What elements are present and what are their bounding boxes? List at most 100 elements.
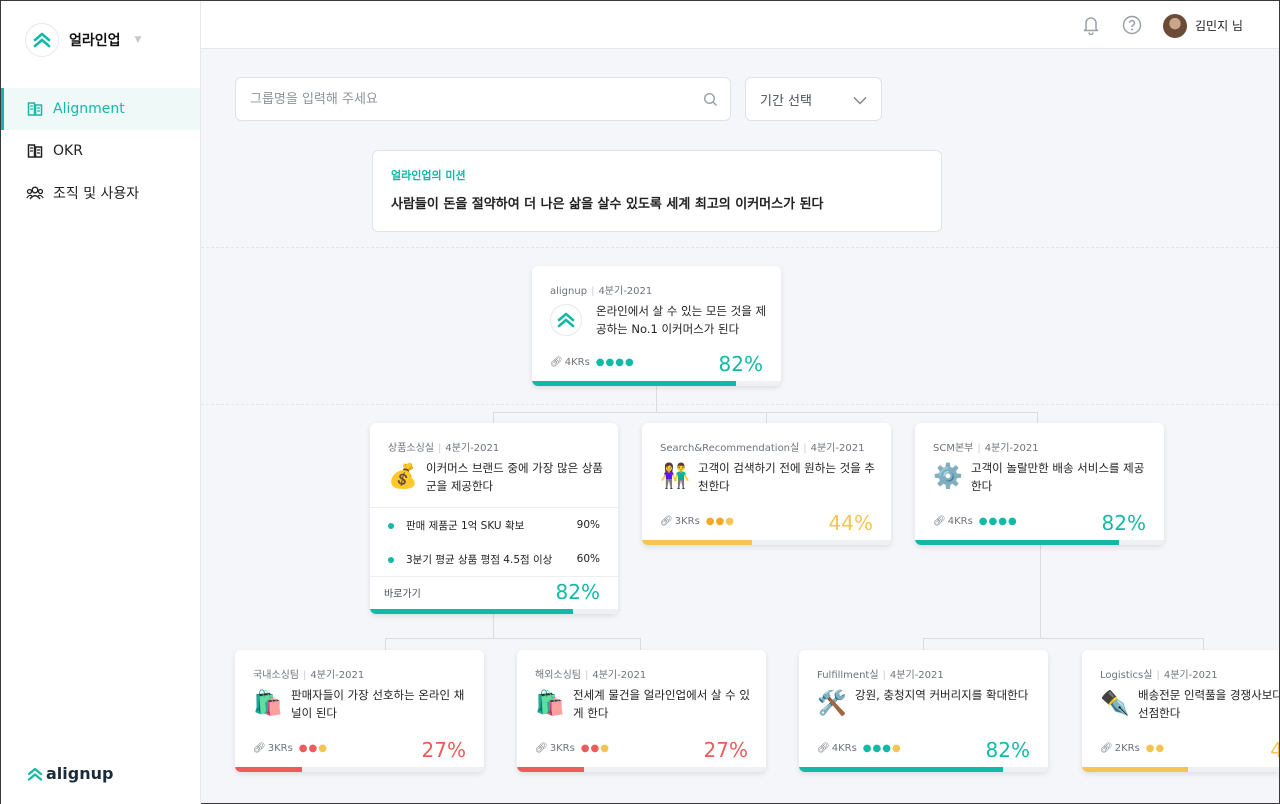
pen-icon: ✒️ bbox=[1100, 689, 1130, 717]
couple-icon: 👫 bbox=[660, 462, 690, 490]
alignup-logo-icon bbox=[550, 304, 582, 336]
tree-connector bbox=[923, 638, 924, 650]
card-title: 고객이 검색하기 전에 원하는 것을 추천한다 bbox=[698, 461, 875, 493]
card-percent: 82% bbox=[985, 738, 1030, 762]
progress-fill bbox=[532, 381, 737, 386]
topbar: 김민지 님 bbox=[201, 1, 1279, 49]
progress-track bbox=[1082, 767, 1279, 772]
progress-track bbox=[642, 540, 891, 545]
progress-track bbox=[517, 767, 766, 772]
progress-track bbox=[235, 767, 484, 772]
tree-connector bbox=[1203, 638, 1204, 650]
link-icon: 🔗︎ bbox=[535, 743, 548, 754]
kr-list: 판매 제품군 1억 SKU 확보 90% 3분기 평균 상품 평점 4.5점 이상… bbox=[370, 507, 618, 577]
okr-card-root[interactable]: alignup | 4분기-2021 온라인에서 살 수 있는 모든 것을 제공하는… bbox=[532, 266, 781, 386]
progress-track bbox=[799, 767, 1048, 772]
link-icon: 🔗︎ bbox=[253, 743, 266, 754]
alignment-icon bbox=[26, 100, 44, 118]
card-kr-count: 🔗︎ 4KRs ●●●● bbox=[933, 516, 1018, 527]
sidebar-nav: Alignment OKR 조직 및 사용자 bbox=[1, 88, 200, 214]
kr-dots: ●●●● bbox=[978, 516, 1018, 527]
progress-fill bbox=[370, 609, 574, 614]
sidebar-item-label: OKR bbox=[53, 143, 83, 159]
goto-link[interactable]: 바로가기 bbox=[384, 585, 421, 600]
progress-track bbox=[532, 381, 781, 386]
tree-connector bbox=[493, 613, 494, 639]
okr-card-fulfillment[interactable]: Fulfillment실 | 4분기-2021 🛠️ 강원, 충청지역 커버리지를 … bbox=[799, 650, 1048, 772]
kr-dots: ●● bbox=[1145, 743, 1166, 754]
caret-down-icon[interactable]: ▼ bbox=[135, 35, 142, 45]
bell-icon[interactable] bbox=[1081, 15, 1101, 35]
card-percent: 4 bbox=[1270, 738, 1279, 762]
okr-card-domestic[interactable]: 국내소싱팀 | 4분기-2021 🛍️ 판매자들이 가장 선호하는 온라인 채널이 … bbox=[235, 650, 484, 772]
shopping-bags-icon: 🛍️ bbox=[535, 689, 565, 717]
card-kr-count: 🔗︎ 2KRs ●● bbox=[1100, 743, 1166, 754]
chevron-down-icon bbox=[853, 94, 867, 109]
link-icon: 🔗︎ bbox=[1100, 743, 1113, 754]
kr-dots: ●●● bbox=[705, 516, 735, 527]
search-input[interactable] bbox=[236, 78, 676, 120]
tree-connector bbox=[493, 412, 1037, 413]
users-icon bbox=[26, 184, 44, 202]
help-icon[interactable] bbox=[1122, 15, 1142, 35]
card-percent: 82% bbox=[1101, 511, 1146, 535]
sidebar-item-label: 조직 및 사용자 bbox=[53, 186, 140, 202]
card-title: 이커머스 브랜드 중에 가장 많은 상품군을 제공한다 bbox=[426, 461, 603, 493]
search-icon[interactable] bbox=[703, 92, 718, 111]
card-header: Search&Recommendation실 | 4분기-2021 bbox=[660, 443, 865, 454]
okr-card-scm[interactable]: SCM본부 | 4분기-2021 ⚙️ 고객이 놀랄만한 배송 서비스를 제공한다 … bbox=[915, 423, 1164, 545]
okr-card-sourcing[interactable]: 상품소싱실 | 4분기-2021 💰 이커머스 브랜드 중에 가장 많은 상품군을 … bbox=[370, 423, 618, 614]
progress-fill bbox=[642, 540, 752, 545]
card-header: 상품소싱실 | 4분기-2021 bbox=[388, 443, 500, 454]
tree-connector bbox=[923, 638, 1204, 639]
tree-connector bbox=[1040, 545, 1041, 639]
progress-track bbox=[370, 609, 618, 614]
card-percent: 44% bbox=[828, 511, 873, 535]
period-select[interactable]: 기간 선택 bbox=[745, 77, 882, 121]
card-header: 국내소싱팀 | 4분기-2021 bbox=[253, 670, 365, 681]
kr-dots: ●●●● bbox=[862, 743, 902, 754]
card-percent: 82% bbox=[718, 352, 763, 376]
kr-dots: ●●● bbox=[298, 743, 328, 754]
progress-fill bbox=[1082, 767, 1188, 772]
progress-fill bbox=[799, 767, 1004, 772]
sidebar-item-alignment[interactable]: Alignment bbox=[1, 88, 200, 130]
card-percent: 82% bbox=[555, 580, 600, 604]
footer-logo: alignup bbox=[27, 764, 113, 783]
mission-label: 얼라인업의 미션 bbox=[391, 169, 466, 182]
list-item[interactable]: 판매 제품군 1억 SKU 확보 90% bbox=[370, 508, 618, 542]
link-icon: 🔗︎ bbox=[933, 516, 946, 527]
card-title: 배송전문 인력풀을 경쟁사보다 선점한다 bbox=[1138, 686, 1279, 722]
shopping-bags-icon: 🛍️ bbox=[253, 689, 283, 717]
org-name: 얼라인업 bbox=[69, 33, 121, 49]
link-icon: 🔗︎ bbox=[817, 743, 830, 754]
period-select-label: 기간 선택 bbox=[760, 93, 812, 109]
progress-fill bbox=[517, 767, 585, 772]
divider bbox=[201, 247, 1279, 248]
tree-connector bbox=[385, 638, 386, 650]
card-title: 온라인에서 살 수 있는 모든 것을 제공하는 No.1 이커머스가 된다 bbox=[596, 304, 767, 336]
alignup-logo-icon bbox=[27, 767, 43, 781]
user-name[interactable]: 김민지 님 bbox=[1195, 17, 1243, 34]
list-item[interactable]: 3분기 평균 상품 평점 4.5점 이상 60% bbox=[370, 542, 618, 576]
divider bbox=[201, 404, 1279, 405]
progress-fill bbox=[235, 767, 303, 772]
okr-card-logistics[interactable]: Logistics실 | 4분기-2021 ✒️ 배송전문 인력풀을 경쟁사보다 선… bbox=[1082, 650, 1279, 772]
card-kr-count: 🔗︎ 3KRs ●●● bbox=[660, 516, 735, 527]
sidebar-item-okr[interactable]: OKR bbox=[1, 130, 200, 172]
avatar[interactable] bbox=[1163, 14, 1187, 38]
sidebar-item-users[interactable]: 조직 및 사용자 bbox=[1, 172, 200, 214]
card-header: Fulfillment실 | 4분기-2021 bbox=[817, 670, 944, 681]
sidebar: 얼라인업 ▼ Alignment OKR 조직 및 사용자 alignup bbox=[1, 1, 201, 804]
tree-connector bbox=[640, 638, 641, 650]
okr-card-overseas[interactable]: 해외소싱팀 | 4분기-2021 🛍️ 전세계 물건을 얼라인업에서 살 수 있게 … bbox=[517, 650, 766, 772]
org-switcher[interactable]: 얼라인업 ▼ bbox=[25, 23, 141, 57]
card-title-line: 배송전문 인력풀을 경쟁사보다 bbox=[1138, 688, 1279, 702]
card-title: 판매자들이 가장 선호하는 온라인 채널이 된다 bbox=[291, 688, 465, 720]
tree-connector bbox=[385, 638, 641, 639]
progress-track bbox=[915, 540, 1164, 545]
kr-dots: ●●●● bbox=[595, 357, 635, 368]
card-kr-count: 🔗︎ 3KRs ●●● bbox=[253, 743, 328, 754]
okr-card-search[interactable]: Search&Recommendation실 | 4분기-2021 👫 고객이 검색… bbox=[642, 423, 891, 545]
card-kr-count: 🔗︎ 4KRs ●●●● bbox=[817, 743, 902, 754]
